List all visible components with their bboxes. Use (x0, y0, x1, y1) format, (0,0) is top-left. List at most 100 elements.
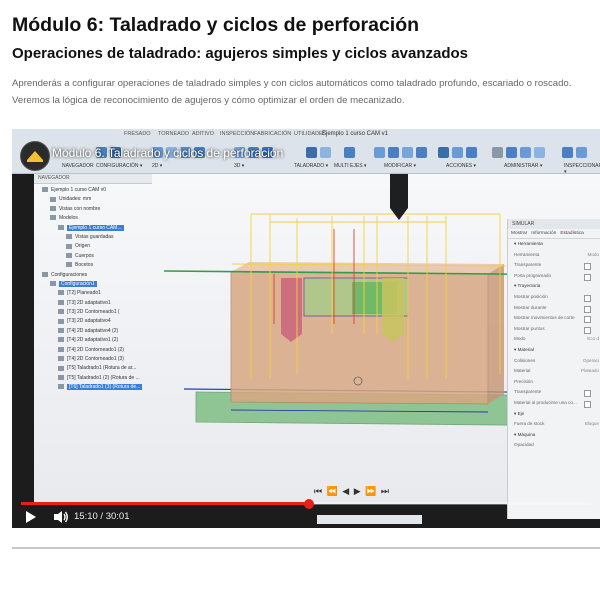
video-player[interactable]: Ejemplo 1 curso CAM v1 FRESADO TORNEADO … (12, 129, 600, 528)
tree-item[interactable]: Bocetos (34, 261, 152, 270)
sim-option-row[interactable]: Transparente (508, 260, 600, 271)
sim-option-label: Porta programado (514, 272, 552, 278)
module-title: Módulo 6: Taladrado y ciclos de perforac… (12, 14, 420, 36)
video-controls: 15:10 / 30:01 (12, 493, 600, 528)
sim-option-row[interactable]: Porta programado (508, 271, 600, 282)
sim-tab[interactable]: Información (531, 231, 556, 236)
sim-option-label: Fuera de stock (514, 421, 545, 427)
toolbar-group-label: CONFIGURACIÓN ▾ (96, 163, 143, 169)
tree-item[interactable]: Configuraciones (34, 271, 152, 280)
toolbar-group-label: ACCIONES ▾ (446, 163, 477, 169)
cad-browser-tree: NAVEGADOR Ejemplo 1 curso CAM v0 Unidade… (34, 174, 152, 392)
sim-section-header[interactable]: ▾ Máquina (508, 430, 600, 441)
tree-item[interactable]: Ejemplo 1 curso CAM... (34, 224, 152, 233)
sim-checkbox[interactable] (584, 263, 591, 271)
tree-item[interactable]: [T4] 2D Contorneado1 (2) (34, 346, 152, 355)
tree-item[interactable]: [T5] Taladrado1 (Rotura de ar... (34, 364, 152, 373)
tree-item[interactable]: [T4] 2D adaptativo4 (2) (34, 327, 152, 336)
tree-item[interactable]: [T2] Planeado1 (34, 289, 152, 298)
sim-checkbox[interactable] (584, 316, 591, 324)
video-progress-bar[interactable] (21, 498, 591, 509)
video-scrubber-handle[interactable] (303, 498, 314, 509)
sim-checkbox[interactable] (584, 400, 591, 408)
library-icon[interactable] (520, 147, 531, 158)
toolbar-group-label: MODIFICAR ▾ (384, 163, 416, 169)
sim-option-row[interactable]: Transparente (508, 387, 600, 398)
sim-option-label: Mostrar durante (514, 304, 547, 310)
sim-option-label: Mostrar puntos (514, 325, 545, 331)
tree-item[interactable]: Ejemplo 1 curso CAM v0 (34, 186, 152, 195)
actions-icon[interactable] (466, 147, 477, 158)
sim-checkbox[interactable] (584, 273, 591, 281)
sim-option-value: Operaci (582, 357, 599, 363)
multiaxis-icon[interactable] (344, 147, 355, 158)
video-time: 15:10 / 30:01 (74, 511, 130, 522)
tree-item[interactable]: Origen (34, 242, 152, 251)
library-icon[interactable] (506, 147, 517, 158)
tree-item[interactable]: [T6] Taladrado1 (3) (Rotura de... (34, 383, 152, 392)
actions-icon[interactable] (452, 147, 463, 158)
volume-icon[interactable] (53, 510, 69, 528)
tree-item[interactable]: [T3] 2D Contorneado1 ( (34, 308, 152, 317)
sim-checkbox[interactable] (584, 294, 591, 302)
tree-item[interactable]: Vistas guardadas (34, 233, 152, 242)
tree-item[interactable]: [T3] 2D adaptativo4 (34, 317, 152, 326)
tree-item[interactable]: Unidades: mm (34, 195, 152, 204)
tree-item[interactable]: Modelos (34, 214, 152, 223)
video-time-total: 30:01 (105, 511, 130, 522)
sim-section-header[interactable]: ▾ Eje (508, 409, 600, 420)
drill-icon[interactable] (306, 147, 317, 158)
actions-icon[interactable] (438, 147, 449, 158)
sim-checkbox[interactable] (584, 326, 591, 334)
modify-icon[interactable] (402, 147, 413, 158)
tree-item[interactable]: Configuración1 (34, 280, 152, 289)
sim-option-value: Modo (587, 251, 600, 257)
tree-item[interactable]: [T4] 2D adaptativo1 (2) (34, 336, 152, 345)
sim-tab[interactable]: Estadística (560, 231, 583, 236)
cad-menu-tab: FRESADO (124, 131, 151, 137)
drill-icon[interactable] (320, 147, 331, 158)
browser-header: NAVEGADOR (34, 174, 152, 184)
modify-icon[interactable] (388, 147, 399, 158)
lesson-description: Aprenderás a configurar operaciones de t… (12, 78, 572, 106)
play-icon[interactable] (26, 511, 36, 523)
sim-tab[interactable]: Mostrar (511, 231, 527, 236)
sim-option-row[interactable]: Precisión (508, 377, 600, 388)
sim-checkbox[interactable] (584, 390, 591, 398)
sim-option-label: Herramienta (514, 251, 540, 257)
sim-section-header[interactable]: ▾ Material (508, 345, 600, 356)
library-icon[interactable] (492, 147, 503, 158)
sim-option-row[interactable]: Colisiones Operaci (508, 356, 600, 367)
sim-section-header[interactable]: ▾ Trayectoria (508, 281, 600, 292)
modify-icon[interactable] (416, 147, 427, 158)
tree-item[interactable]: [T5] Taladrado1 (2) (Rotura de ... (34, 374, 152, 383)
sim-checkbox[interactable] (584, 305, 591, 313)
sim-option-row[interactable]: Material al producirse una co... (508, 398, 600, 409)
sim-option-row[interactable]: Herramienta Modo (508, 250, 600, 261)
sim-option-row[interactable]: Mostrar movimientos de corte (508, 313, 600, 324)
tree-item[interactable]: [T3] 2D adaptativo1 (34, 299, 152, 308)
sim-option-row[interactable]: Mostrar puntos (508, 324, 600, 335)
library-icon[interactable] (534, 147, 545, 158)
sim-option-row[interactable]: Opacidad (508, 440, 600, 451)
sim-option-label: ▾ Herramienta (514, 241, 543, 246)
tree-item[interactable]: Vistas con nombre (34, 205, 152, 214)
inspect-icon[interactable] (562, 147, 573, 158)
simulation-panel: SIMULAR Mostrar Información Estadística … (507, 219, 600, 519)
inspect-icon[interactable] (576, 147, 587, 158)
sim-option-label: Transparente (514, 262, 542, 268)
modify-icon[interactable] (374, 147, 385, 158)
tree-item[interactable]: Cuerpos (34, 252, 152, 261)
channel-logo-icon[interactable] (20, 141, 50, 171)
sim-option-row[interactable]: Material Plateado (508, 366, 600, 377)
cad-file-title: Ejemplo 1 curso CAM v1 (322, 131, 389, 137)
sim-option-row[interactable]: Mostrar durante (508, 303, 600, 314)
sim-option-value: Bloque (584, 421, 599, 427)
tree-item[interactable]: [T4] 2D Contorneado1 (3) (34, 355, 152, 364)
sim-option-row[interactable]: Fuera de stock Bloque (508, 419, 600, 430)
sim-option-row[interactable]: Modo Eco d (508, 334, 600, 345)
simulation-tabs[interactable]: Mostrar Información Estadística (508, 229, 600, 239)
sim-option-row[interactable]: Mostrar posición (508, 292, 600, 303)
sim-option-label: ▾ Eje (514, 410, 525, 416)
sim-section-header[interactable]: ▾ Herramienta (508, 239, 600, 250)
